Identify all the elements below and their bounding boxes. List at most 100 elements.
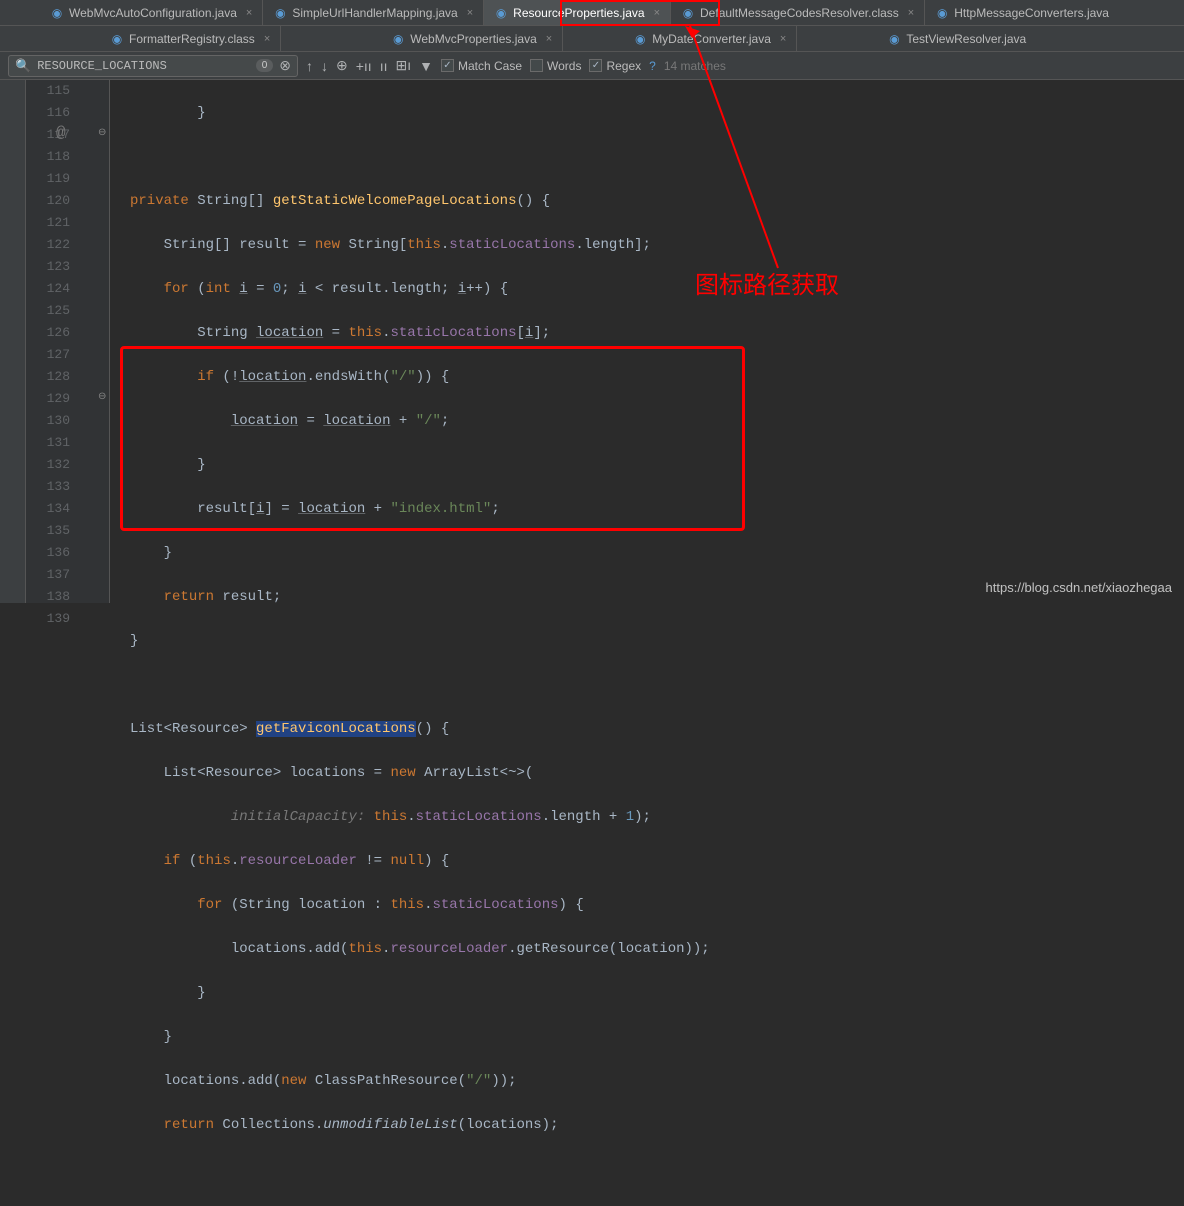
t: unmodifiableList [323, 1117, 457, 1133]
t: new [315, 237, 340, 253]
help-icon[interactable]: ? [649, 59, 656, 73]
code-editor[interactable]: 1151161171181191201211221231241251261271… [0, 80, 1184, 603]
class-icon: ◉ [681, 6, 695, 20]
t: result[ [130, 501, 256, 517]
next-icon[interactable]: ↓ [321, 58, 328, 74]
t: < result.length; [307, 281, 458, 297]
add-selection-icon[interactable]: +ıı [356, 58, 372, 74]
filter-icon[interactable]: ▼ [419, 58, 433, 74]
line-number: 121 [26, 212, 70, 234]
match-case-checkbox[interactable]: Match Case [441, 59, 522, 73]
t: location [231, 413, 298, 429]
t: ] = [264, 501, 298, 517]
close-icon[interactable]: × [246, 7, 252, 19]
left-gutter-strip [0, 80, 26, 603]
t: 1 [626, 809, 634, 825]
line-number: 125 [26, 300, 70, 322]
tab-label: MyDateConverter.java [652, 32, 771, 46]
search-icon: 🔍 [15, 58, 31, 74]
search-input-wrap: 🔍 0 ⊗ [8, 55, 298, 77]
t: "/" [390, 369, 415, 385]
occurrence-pill: 0 [256, 59, 274, 72]
prev-icon[interactable]: ↑ [306, 58, 313, 74]
close-icon[interactable]: × [908, 7, 914, 19]
t: String [130, 325, 256, 341]
tab-formatterregistry[interactable]: ◉FormatterRegistry.class× [100, 26, 281, 51]
regex-checkbox[interactable]: Regex [589, 59, 641, 73]
line-number: 132 [26, 454, 70, 476]
t: staticLocations [432, 897, 558, 913]
line-number: 129 [26, 388, 70, 410]
t: String[] [189, 193, 273, 209]
t: i [298, 281, 306, 297]
line-number: 116 [26, 102, 70, 124]
annotation-label: 图标路径获取 [695, 265, 839, 300]
line-number: 138 [26, 586, 70, 608]
tab-resourceproperties[interactable]: ◉ResourceProperties.java× [484, 0, 671, 25]
line-number: 135 [26, 520, 70, 542]
tab-webmvcautoconfig[interactable]: ◉WebMvcAutoConfiguration.java× [40, 0, 263, 25]
t: getStaticWelcomePageLocations [273, 193, 517, 209]
checkbox-icon [530, 59, 543, 72]
close-icon[interactable]: × [467, 7, 473, 19]
t: locations.add( [130, 1073, 281, 1089]
t: initialCapacity: [231, 809, 365, 825]
select-all-occur-icon[interactable]: ⊞ı [395, 57, 411, 74]
close-icon[interactable]: × [546, 33, 552, 45]
tab-mydateconverter[interactable]: ◉MyDateConverter.java× [623, 26, 797, 51]
tab-httpmessage[interactable]: ◉HttpMessageConverters.java [925, 0, 1119, 25]
tab-defaultmessage[interactable]: ◉ DefaultMessageCodesResolver.class × [671, 0, 925, 25]
t: i [239, 281, 247, 297]
t: = [323, 325, 348, 341]
clear-icon[interactable]: ⊗ [279, 57, 291, 74]
tab-webmvcproperties[interactable]: ◉WebMvcProperties.java× [381, 26, 563, 51]
close-icon[interactable]: × [780, 33, 786, 45]
line-number: 131 [26, 432, 70, 454]
t: . [382, 941, 390, 957]
t: } [130, 545, 172, 561]
t: } [130, 1029, 172, 1045]
t: List<Resource> [130, 721, 256, 737]
checkbox-label: Words [547, 59, 581, 73]
close-icon[interactable]: × [654, 7, 660, 19]
t: this [390, 897, 424, 913]
line-number: 133 [26, 476, 70, 498]
tab-simpleurl[interactable]: ◉SimpleUrlHandlerMapping.java× [263, 0, 484, 25]
tab-label: HttpMessageConverters.java [954, 6, 1109, 20]
java-icon: ◉ [887, 32, 901, 46]
t: this [365, 809, 407, 825]
tab-label: DefaultMessageCodesResolver.class [700, 6, 899, 20]
t: resourceLoader [239, 853, 357, 869]
t: location [239, 369, 306, 385]
words-checkbox[interactable]: Words [530, 59, 581, 73]
code-content[interactable]: } private String[] getStaticWelcomePageL… [110, 80, 1184, 603]
java-icon: ◉ [494, 6, 508, 20]
select-all-icon[interactable]: ⊕ [336, 57, 348, 74]
tab-label: FormatterRegistry.class [129, 32, 255, 46]
tab-label: SimpleUrlHandlerMapping.java [292, 6, 457, 20]
t: i [458, 281, 466, 297]
t [130, 413, 231, 429]
t: . [231, 853, 239, 869]
checkbox-label: Regex [606, 59, 641, 73]
tab-testviewresolver[interactable]: ◉TestViewResolver.java [877, 26, 1036, 51]
t: List<Resource> locations = [130, 765, 390, 781]
t: ; [441, 413, 449, 429]
t: getFaviconLocations [256, 721, 416, 737]
t: resourceLoader [390, 941, 508, 957]
line-number: 126 [26, 322, 70, 344]
unselect-icon[interactable]: ıı [380, 58, 388, 74]
search-input[interactable] [37, 59, 250, 73]
t: new [281, 1073, 306, 1089]
find-toolbar: 🔍 0 ⊗ ↑ ↓ ⊕ +ıı ıı ⊞ı ▼ Match Case Words… [0, 52, 1184, 80]
t: staticLocations [390, 325, 516, 341]
fold-icon[interactable]: ⊖ [98, 127, 106, 139]
t: this [348, 941, 382, 957]
t: Collections. [214, 1117, 323, 1133]
t: return [164, 1117, 214, 1133]
java-icon: ◉ [391, 32, 405, 46]
t: = [298, 413, 323, 429]
fold-icon[interactable]: ⊖ [98, 391, 106, 403]
t: ); [634, 809, 651, 825]
close-icon[interactable]: × [264, 33, 270, 45]
